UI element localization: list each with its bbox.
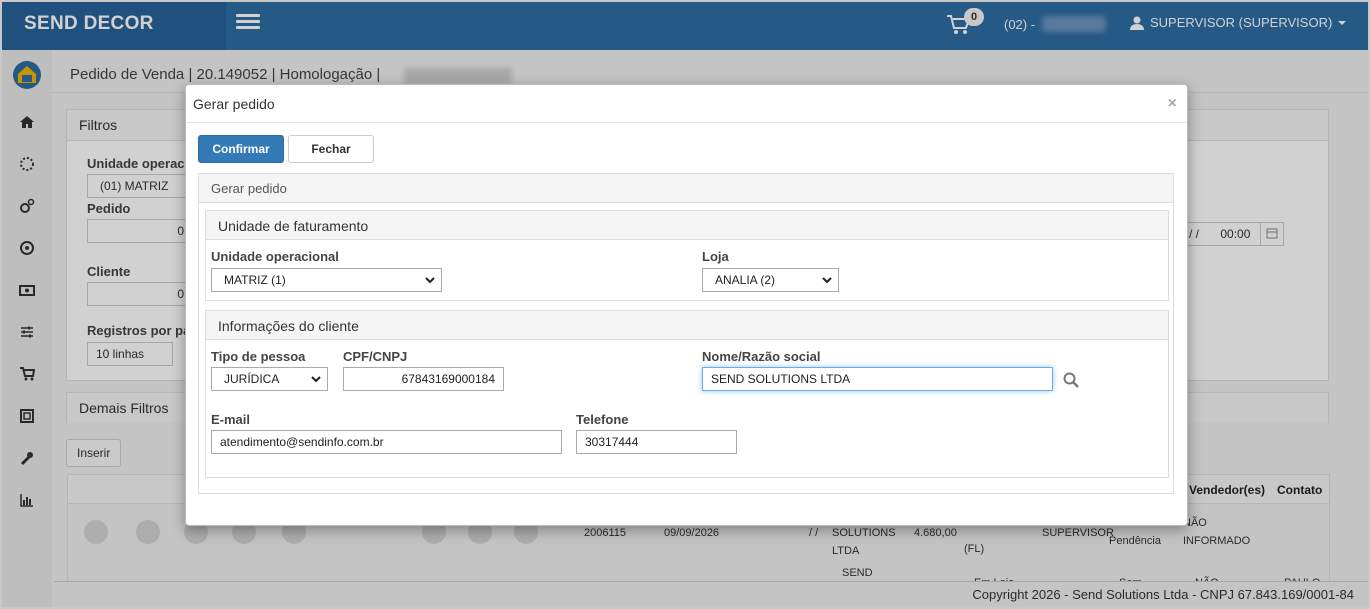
tipo-pessoa-select[interactable]: JURÍDICA <box>211 367 328 391</box>
faturamento-panel: Unidade de faturamento Unidade operacion… <box>205 210 1169 301</box>
confirm-button[interactable]: Confirmar <box>198 135 284 163</box>
chevron-down-icon <box>822 277 832 284</box>
divider <box>186 122 1187 123</box>
close-button[interactable]: Fechar <box>288 135 374 163</box>
cliente-panel: Informações do cliente Tipo de pessoa JU… <box>205 310 1169 478</box>
telefone-input[interactable]: 30317444 <box>576 430 737 454</box>
nome-label: Nome/Razão social <box>702 349 821 364</box>
search-icon[interactable] <box>1063 372 1079 388</box>
unidade-operacional-value: MATRIZ (1) <box>224 273 286 287</box>
modal-title: Gerar pedido <box>193 96 275 112</box>
loja-label: Loja <box>702 249 729 264</box>
loja-select[interactable]: ANALIA (2) <box>702 268 839 292</box>
nome-input[interactable]: SEND SOLUTIONS LTDA <box>702 367 1053 391</box>
email-label: E-mail <box>211 412 251 427</box>
telefone-label: Telefone <box>576 412 629 427</box>
unidade-operacional-label: Unidade operacional <box>211 249 339 264</box>
cpf-cnpj-input[interactable]: 67843169000184 <box>343 367 504 391</box>
gerar-pedido-panel: Gerar pedido Unidade de faturamento Unid… <box>198 173 1174 494</box>
chevron-down-icon <box>311 376 321 383</box>
close-icon[interactable]: × <box>1168 95 1177 113</box>
email-input[interactable]: atendimento@sendinfo.com.br <box>211 430 562 454</box>
loja-value: ANALIA (2) <box>715 273 776 287</box>
tipo-pessoa-label: Tipo de pessoa <box>211 349 306 364</box>
gerar-pedido-modal: Gerar pedido × Confirmar Fechar Gerar pe… <box>185 84 1188 526</box>
cpf-cnpj-label: CPF/CNPJ <box>343 349 408 364</box>
tipo-pessoa-value: JURÍDICA <box>224 372 280 386</box>
gerar-pedido-section-title: Gerar pedido <box>199 174 1173 203</box>
chevron-down-icon <box>425 277 435 284</box>
faturamento-title: Unidade de faturamento <box>206 211 1168 240</box>
cliente-title: Informações do cliente <box>206 311 1168 340</box>
unidade-operacional-select[interactable]: MATRIZ (1) <box>211 268 442 292</box>
